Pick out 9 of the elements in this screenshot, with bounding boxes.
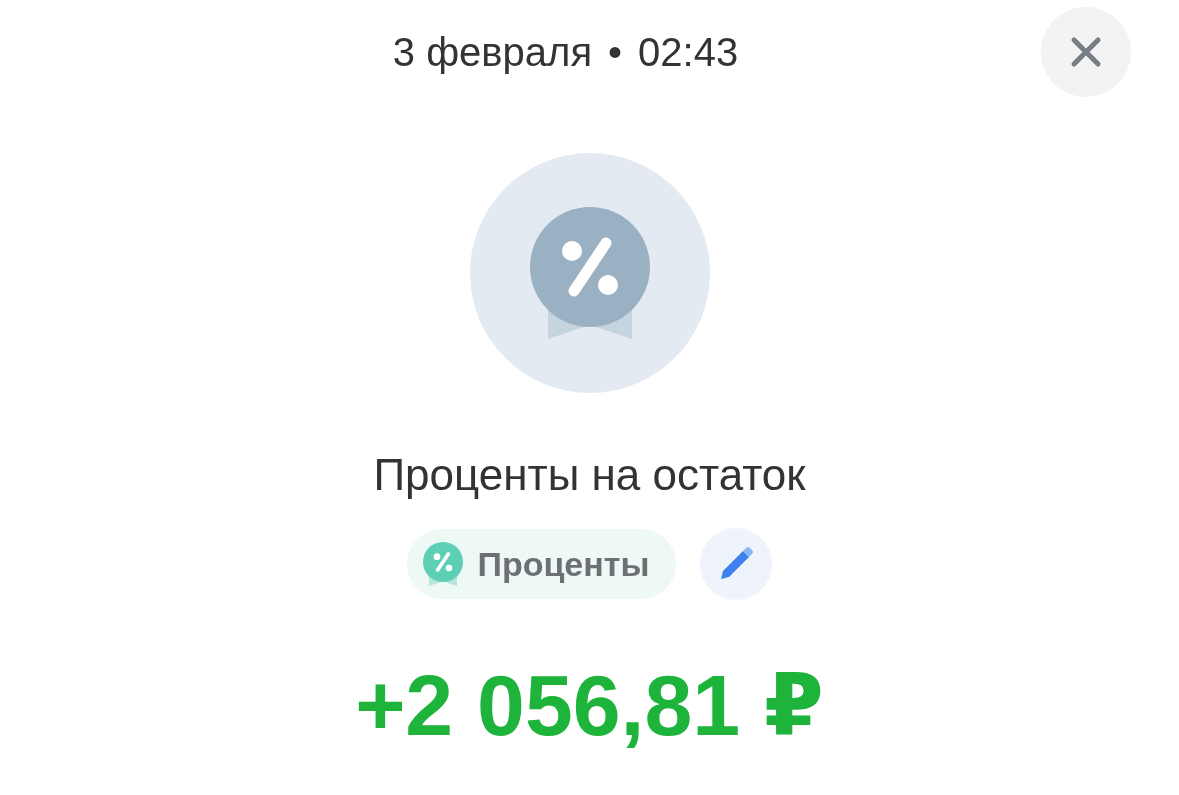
percent-medal-icon [529,207,650,339]
amount-text: +2 056,81 ₽ [355,656,824,754]
category-chip[interactable]: Проценты [407,529,676,599]
time-text: 02:43 [638,29,739,75]
close-icon [1070,36,1102,68]
separator-dot: • [608,29,623,75]
percent-medal-icon [423,542,464,586]
transaction-title: Проценты на остаток [373,449,806,501]
date-text: 3 февраля [392,29,593,75]
